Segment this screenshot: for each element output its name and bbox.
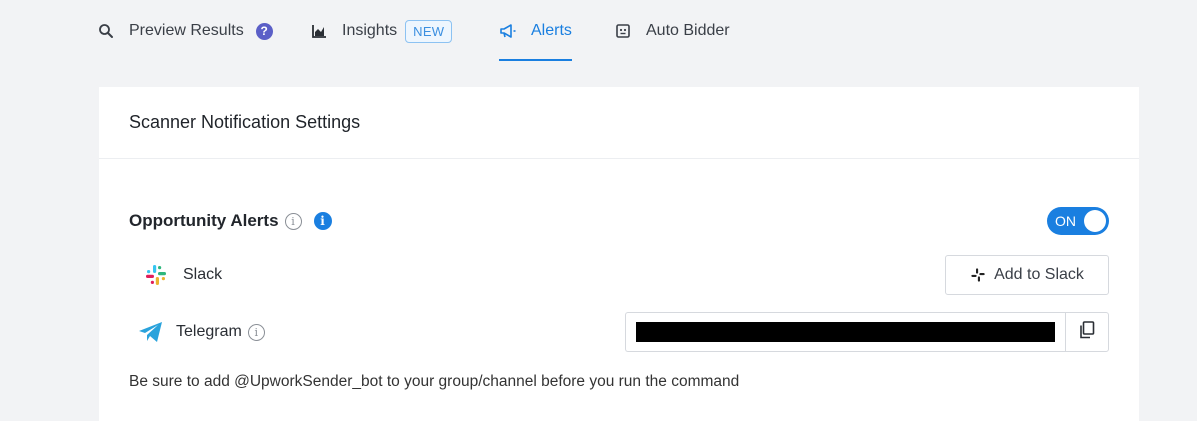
slack-mono-icon (970, 267, 986, 283)
opportunity-alerts-toggle[interactable]: ON (1047, 207, 1109, 235)
opportunity-alerts-title: Opportunity Alerts (129, 211, 279, 230)
redacted-command (636, 322, 1055, 342)
tab-insights-label: Insights (342, 22, 398, 39)
telegram-row: Telegram i (129, 312, 1109, 352)
new-badge: NEW (405, 19, 453, 43)
slack-row: Slack Add to Slack (129, 255, 1109, 295)
help-icon[interactable]: ? (255, 22, 273, 40)
tab-auto-bidder-label: Auto Bidder (646, 22, 730, 39)
telegram-instruction-note: Be sure to add @UpworkSender_bot to your… (129, 373, 740, 390)
slack-label: Slack (183, 266, 223, 283)
search-icon (97, 22, 115, 40)
bar-chart-icon (310, 22, 328, 40)
telegram-info-icon[interactable]: i (247, 323, 265, 341)
tab-preview-results[interactable]: Preview Results ? (97, 0, 273, 62)
tab-insights[interactable]: Insights NEW (310, 0, 453, 62)
telegram-icon (138, 319, 164, 345)
toggle-knob (1084, 210, 1106, 232)
telegram-label: Telegram (176, 323, 242, 340)
info-filled-icon[interactable]: i (313, 212, 332, 230)
megaphone-icon (499, 22, 517, 40)
tab-alerts[interactable]: Alerts (499, 0, 572, 62)
telegram-command-field (625, 312, 1109, 352)
tab-preview-label: Preview Results (129, 22, 244, 39)
robot-icon (614, 22, 632, 40)
tab-alerts-label: Alerts (531, 22, 572, 39)
add-to-slack-label: Add to Slack (994, 266, 1084, 283)
info-outline-icon[interactable]: i (284, 212, 302, 230)
notification-settings-card: Scanner Notification Settings Opportunit… (99, 87, 1139, 421)
toggle-label: ON (1055, 213, 1076, 229)
slack-icon (143, 262, 169, 288)
copy-button[interactable] (1065, 312, 1109, 352)
tab-auto-bidder[interactable]: Auto Bidder (614, 0, 730, 62)
tab-bar: Preview Results ? Insights NEW Alerts Au… (0, 0, 1197, 62)
copy-icon (1079, 320, 1095, 344)
opportunity-alerts-row: Opportunity Alerts i i ON (129, 205, 1109, 237)
card-title: Scanner Notification Settings (99, 87, 1139, 159)
telegram-command-input[interactable] (625, 312, 1065, 352)
add-to-slack-button[interactable]: Add to Slack (945, 255, 1109, 295)
